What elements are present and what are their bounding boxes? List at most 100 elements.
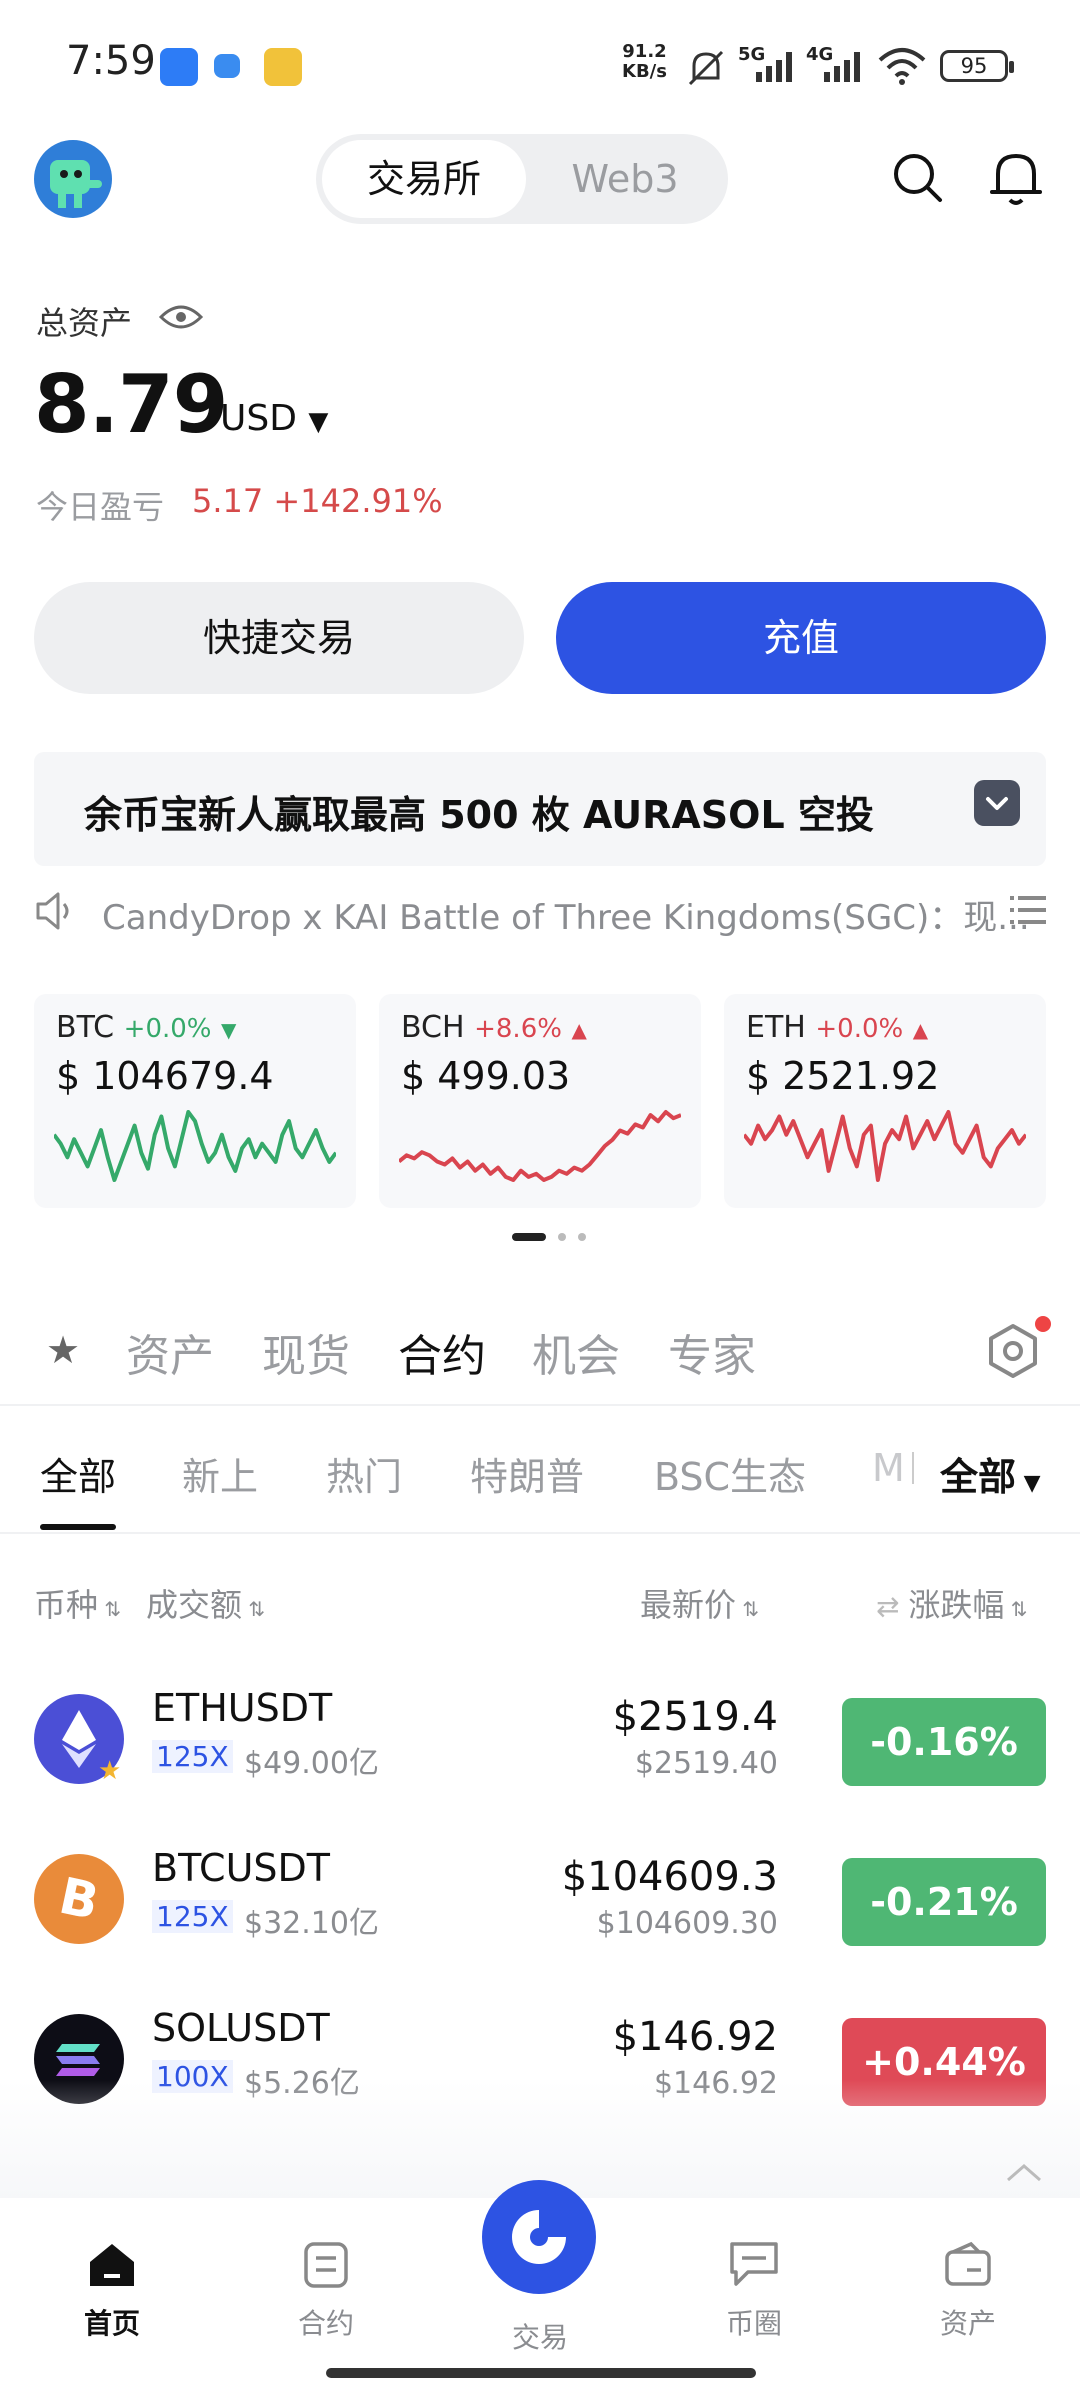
mute-icon [684, 48, 728, 92]
search-icon[interactable] [890, 150, 946, 210]
column-coin[interactable]: 币种 ⇅ [34, 1580, 121, 1626]
battery-indicator: 95 [940, 50, 1014, 82]
favorite-star-icon: ★ [98, 1756, 122, 1786]
eye-icon[interactable] [158, 302, 204, 336]
nav-community[interactable]: 币圈 [684, 2238, 824, 2342]
ticker-card-bch[interactable]: BCH +8.6% ▲ $ 499.03 [379, 994, 701, 1208]
settings-icon[interactable] [984, 1322, 1042, 1380]
network-speed: 91.2 KB/s [622, 41, 667, 82]
chevron-up-icon[interactable] [1004, 2160, 1044, 2188]
arrow-up-icon: ▲ [912, 1018, 929, 1042]
sort-icon: ⇅ [242, 1597, 266, 1621]
app-notification-icon [160, 48, 198, 86]
announcement-text: CandyDrop x KAI Battle of Three Kingdoms… [102, 898, 1030, 938]
total-assets-label: 总资产 [36, 304, 133, 342]
status-time: 7:59 [66, 38, 156, 84]
column-change[interactable]: ⇄ 涨跌幅 ⇅ [876, 1580, 1028, 1626]
ticker-card-btc[interactable]: BTC +0.0% ▼ $ 104679.4 [34, 994, 356, 1208]
sort-icon: ⇅ [736, 1597, 760, 1621]
column-last-price[interactable]: 最新价 ⇅ [640, 1580, 759, 1626]
home-indicator [326, 2368, 756, 2378]
tab-experts[interactable]: 专家 [668, 1320, 756, 1384]
sparkline [744, 1110, 1026, 1182]
caret-down-icon: ▼ [1016, 1471, 1041, 1496]
nav-futures[interactable]: 合约 [256, 2238, 396, 2342]
sparkline-chart [744, 1110, 1026, 1182]
arrow-up-icon: ▲ [571, 1018, 587, 1042]
tab-assets[interactable]: 资产 [126, 1320, 214, 1384]
last-price-usd: $104609.30 [596, 1906, 778, 1941]
carousel-pager [512, 1228, 592, 1247]
wifi-icon [876, 46, 928, 90]
subtab-bsc[interactable]: BSC生态 [654, 1446, 806, 1501]
table-row[interactable]: B BTCUSDT 125X $32.10亿 $104609.3 $104609… [0, 1824, 1080, 1984]
last-price: $104609.3 [561, 1854, 778, 1900]
chat-icon [730, 2242, 778, 2286]
nav-trade-label[interactable]: 交易 [470, 2308, 610, 2356]
nav-home[interactable]: 首页 [42, 2238, 182, 2342]
sparkline-chart [399, 1110, 681, 1182]
table-row[interactable]: ★ ETHUSDT 125X $49.00亿 $2519.4 $2519.40 … [0, 1664, 1080, 1824]
nav-assets[interactable]: 资产 [898, 2238, 1038, 2342]
tab-spot[interactable]: 现货 [262, 1320, 350, 1384]
leverage-badge: 125X [152, 1740, 233, 1773]
sort-icon: ⇅ [1004, 1597, 1028, 1621]
ticker-change: +8.6% [474, 1014, 562, 1044]
change-badge[interactable]: -0.21% [842, 1858, 1046, 1946]
tab-opportunities[interactable]: 机会 [532, 1320, 620, 1384]
divider [0, 1404, 1080, 1406]
tab-futures[interactable]: 合约 [398, 1320, 486, 1384]
caret-down-icon: ▼ [308, 407, 329, 437]
chevron-down-icon[interactable] [974, 780, 1020, 826]
ticker-symbol: BCH +8.6% ▲ [401, 1010, 587, 1045]
change-badge[interactable]: -0.16% [842, 1698, 1046, 1786]
subtab-new[interactable]: 新上 [182, 1446, 258, 1501]
bell-icon[interactable] [988, 148, 1044, 212]
arrow-down-icon: ▼ [221, 1018, 237, 1042]
currency-selector[interactable]: USD ▼ [220, 398, 328, 439]
promo-banner[interactable]: 余币宝新人赢取最高 500 枚 AURASOL 空投 [34, 752, 1046, 866]
ticker-price: $ 499.03 [401, 1054, 571, 1098]
volume: $49.00亿 [244, 1746, 379, 1781]
pair-name: SOLUSDT [152, 2006, 330, 2050]
subtab-hot[interactable]: 热门 [326, 1446, 402, 1501]
list-icon[interactable] [1010, 894, 1046, 930]
ticker-change: +0.0% [123, 1014, 212, 1044]
signal-icon [754, 48, 800, 88]
divider [0, 1532, 1080, 1534]
quick-trade-button[interactable]: 快捷交易 [34, 582, 524, 694]
subtab-trump[interactable]: 特朗普 [470, 1446, 584, 1501]
subtab-more[interactable]: M [872, 1446, 905, 1490]
tab-exchange[interactable]: 交易所 [322, 140, 526, 218]
last-price: $2519.4 [612, 1694, 778, 1740]
ticker-change: +0.0% [815, 1014, 904, 1044]
ticker-card-eth[interactable]: ETH +0.0% ▲ $ 2521.92 [724, 994, 1046, 1208]
filter-dropdown[interactable]: 全部 ▼ [940, 1446, 1041, 1501]
pair-name: BTCUSDT [152, 1846, 330, 1890]
announcement-bar[interactable]: CandyDrop x KAI Battle of Three Kingdoms… [34, 886, 1046, 938]
exchange-web3-switch[interactable]: 交易所 Web3 [316, 134, 728, 224]
avatar[interactable] [34, 140, 112, 218]
volume: $32.10亿 [244, 1906, 379, 1941]
tab-web3[interactable]: Web3 [528, 140, 722, 218]
trade-icon [512, 2210, 566, 2264]
trade-button[interactable] [482, 2180, 596, 2294]
pair-name: ETHUSDT [152, 1686, 333, 1730]
deposit-button[interactable]: 充值 [556, 582, 1046, 694]
speaker-icon [34, 890, 78, 936]
swap-icon: ⇄ [876, 1590, 909, 1623]
sort-icon: ⇅ [98, 1597, 122, 1621]
ticker-symbol: ETH +0.0% ▲ [746, 1010, 929, 1045]
column-volume[interactable]: 成交额 ⇅ [146, 1580, 265, 1626]
leverage-badge: 125X [152, 1900, 233, 1933]
star-icon[interactable]: ★ [46, 1328, 80, 1372]
svg-text:B: B [54, 1867, 103, 1932]
app-notification-icon [214, 54, 240, 78]
sparkline [399, 1110, 681, 1182]
sparkline [54, 1110, 336, 1182]
subtab-all[interactable]: 全部 [40, 1446, 116, 1501]
total-assets-amount: 8.79 [34, 358, 228, 451]
signal-icon [822, 48, 868, 88]
btc-coin-icon: B [34, 1854, 124, 1944]
ticker-symbol: BTC +0.0% ▼ [56, 1010, 237, 1045]
